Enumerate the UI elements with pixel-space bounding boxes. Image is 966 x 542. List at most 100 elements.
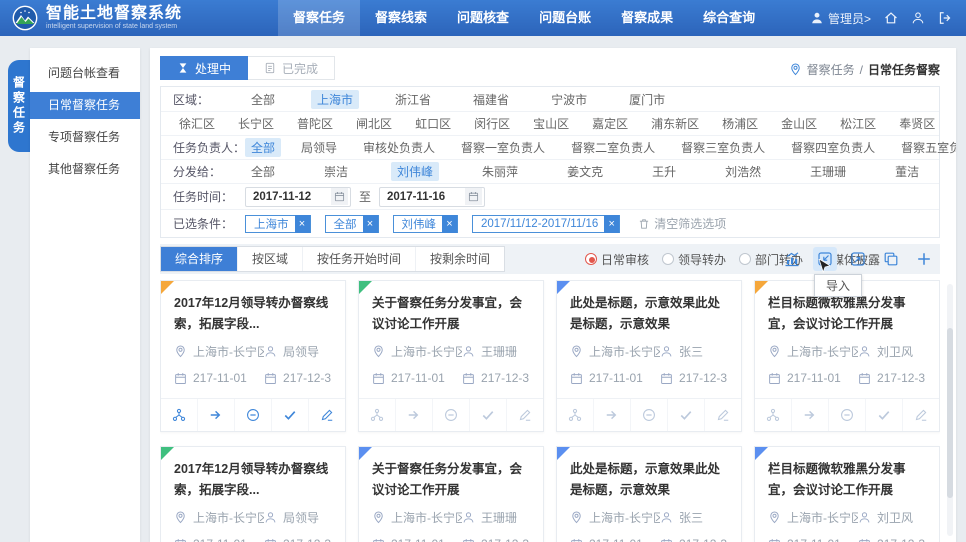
filter-option[interactable]: 督察四室负责人 — [785, 138, 881, 157]
filter-option[interactable]: 督察一室负责人 — [455, 138, 551, 157]
forward-arrow-icon[interactable] — [395, 399, 432, 431]
task-card[interactable]: 关于督察任务分发事宜，会议讨论工作开展 上海市-长宁区 王珊珊 217-11-0… — [358, 280, 544, 432]
calendar-button[interactable] — [331, 188, 348, 205]
filter-option[interactable]: 闸北区 — [350, 114, 398, 133]
filter-option[interactable]: 局领导 — [295, 138, 343, 157]
task-card[interactable]: 2017年12月领导转办督察线索，拓展字段... 上海市-长宁区 局领导 217… — [160, 280, 346, 432]
edit-pencil-icon[interactable] — [506, 399, 543, 431]
filter-option[interactable]: 全部 — [245, 138, 281, 157]
sidebar-item[interactable]: 专项督察任务 — [30, 124, 140, 151]
filter-option[interactable]: 王珊珊 — [804, 162, 852, 181]
task-card[interactable]: 栏目标题微软雅黑分发事宜，会议讨论工作开展 上海市-长宁区 刘卫风 217-11… — [754, 280, 940, 432]
top-nav-item[interactable]: 督察线索 — [360, 0, 442, 36]
filter-option[interactable]: 松江区 — [834, 114, 882, 133]
edit-pencil-icon[interactable] — [704, 399, 741, 431]
home-icon[interactable] — [884, 11, 898, 25]
sort-button[interactable]: 按任务开始时间 — [303, 247, 416, 271]
suspend-minus-icon[interactable] — [234, 399, 271, 431]
selected-filter-chip[interactable]: 全部 × — [325, 215, 379, 233]
radio-option[interactable]: 领导转办 — [662, 251, 726, 268]
cards-scrollbar-thumb[interactable] — [947, 328, 953, 498]
filter-option[interactable]: 长宁区 — [232, 114, 280, 133]
dispatch-org-icon[interactable] — [755, 399, 791, 431]
filter-option[interactable]: 审核处负责人 — [357, 138, 441, 157]
filter-option[interactable]: 全部 — [245, 162, 281, 181]
complete-check-icon[interactable] — [865, 399, 902, 431]
filter-option[interactable]: 王升 — [646, 162, 682, 181]
complete-check-icon[interactable] — [469, 399, 506, 431]
filter-option[interactable]: 普陀区 — [291, 114, 339, 133]
tab-processing[interactable]: 处理中 — [160, 56, 248, 80]
copy-icon[interactable] — [879, 247, 903, 271]
sidebar-vertical-tab[interactable]: 督察任务 — [8, 60, 30, 152]
profile-icon[interactable] — [911, 11, 925, 25]
task-card[interactable]: 2017年12月领导转办督察线索，拓展字段... 上海市-长宁区 局领导 217… — [160, 446, 346, 542]
cards-scrollbar-track[interactable] — [947, 284, 953, 536]
filter-option[interactable]: 厦门市 — [623, 90, 671, 109]
filter-option[interactable]: 金山区 — [775, 114, 823, 133]
filter-option[interactable]: 董洁 — [889, 162, 925, 181]
filter-option[interactable]: 福建省 — [467, 90, 515, 109]
edit-pencil-icon[interactable] — [902, 399, 939, 431]
filter-option[interactable]: 浙江省 — [389, 90, 437, 109]
filter-option[interactable]: 宝山区 — [527, 114, 575, 133]
selected-filter-chip[interactable]: 上海市 × — [245, 215, 311, 233]
filter-option[interactable]: 朱丽萍 — [476, 162, 524, 181]
sort-button[interactable]: 按剩余时间 — [416, 247, 504, 271]
chip-remove-icon[interactable]: × — [363, 215, 378, 233]
top-nav-item[interactable]: 督察任务 — [278, 0, 360, 36]
filter-option[interactable]: 上海市 — [311, 90, 359, 109]
calendar-button[interactable] — [465, 188, 482, 205]
sort-button[interactable]: 综合排序 — [161, 247, 238, 271]
dispatch-org-icon[interactable] — [161, 399, 197, 431]
breadcrumb-parent[interactable]: 督察任务 — [807, 61, 855, 78]
filter-option[interactable]: 黄浦区 — [952, 114, 956, 133]
filter-option[interactable]: 姜文克 — [561, 162, 609, 181]
suspend-minus-icon[interactable] — [630, 399, 667, 431]
sort-button[interactable]: 按区域 — [238, 247, 303, 271]
date-from-input[interactable]: 2017-11-12 — [245, 187, 351, 207]
filter-option[interactable]: 督察五室负责人 — [895, 138, 956, 157]
filter-option[interactable]: 闵行区 — [468, 114, 516, 133]
clear-filters-button[interactable]: 清空筛选选项 — [638, 215, 726, 232]
filter-option[interactable]: 崇洁 — [318, 162, 354, 181]
chip-remove-icon[interactable]: × — [442, 215, 457, 233]
filter-option[interactable]: 宁波市 — [545, 90, 593, 109]
selected-filter-chip[interactable]: 刘伟峰 × — [393, 215, 459, 233]
filter-option[interactable]: 嘉定区 — [586, 114, 634, 133]
filter-option[interactable]: 全部 — [245, 90, 281, 109]
filter-option[interactable]: 刘伟峰 — [391, 162, 439, 181]
user-menu[interactable]: 管理员> — [810, 10, 871, 27]
chip-remove-icon[interactable]: × — [604, 215, 619, 233]
radio-option[interactable]: 日常审核 — [585, 251, 649, 268]
suspend-minus-icon[interactable] — [828, 399, 865, 431]
filter-option[interactable]: 督察二室负责人 — [565, 138, 661, 157]
tab-completed[interactable]: 已完成 — [248, 56, 335, 80]
top-nav-item[interactable]: 督察成果 — [606, 0, 688, 36]
filter-option[interactable]: 徐汇区 — [173, 114, 221, 133]
selected-filter-chip[interactable]: 2017/11/12-2017/11/16 × — [472, 215, 620, 233]
dispatch-org-icon[interactable] — [359, 399, 395, 431]
filter-option[interactable]: 虹口区 — [409, 114, 457, 133]
top-nav-item[interactable]: 问题核查 — [442, 0, 524, 36]
chip-remove-icon[interactable]: × — [295, 215, 310, 233]
export-icon[interactable] — [846, 247, 870, 271]
dispatch-org-icon[interactable] — [557, 399, 593, 431]
filter-option[interactable]: 浦东新区 — [645, 114, 705, 133]
filter-option[interactable]: 奉贤区 — [893, 114, 941, 133]
sidebar-item[interactable]: 其他督察任务 — [30, 156, 140, 183]
date-to-input[interactable]: 2017-11-16 — [379, 187, 485, 207]
forward-arrow-icon[interactable] — [593, 399, 630, 431]
logout-icon[interactable] — [938, 11, 952, 25]
task-card[interactable]: 此处是标题，示意效果此处是标题，示意效果 上海市-长宁区 张三 217-11-0… — [556, 446, 742, 542]
forward-arrow-icon[interactable] — [197, 399, 234, 431]
sidebar-item[interactable]: 日常督察任务 — [30, 92, 140, 119]
complete-check-icon[interactable] — [271, 399, 308, 431]
add-icon[interactable] — [912, 247, 936, 271]
stats-chart-icon[interactable] — [780, 247, 804, 271]
filter-option[interactable]: 杨浦区 — [716, 114, 764, 133]
edit-pencil-icon[interactable] — [308, 399, 345, 431]
forward-arrow-icon[interactable] — [791, 399, 828, 431]
top-nav-item[interactable]: 综合查询 — [688, 0, 770, 36]
task-card[interactable]: 此处是标题，示意效果此处是标题，示意效果 上海市-长宁区 张三 217-11-0… — [556, 280, 742, 432]
